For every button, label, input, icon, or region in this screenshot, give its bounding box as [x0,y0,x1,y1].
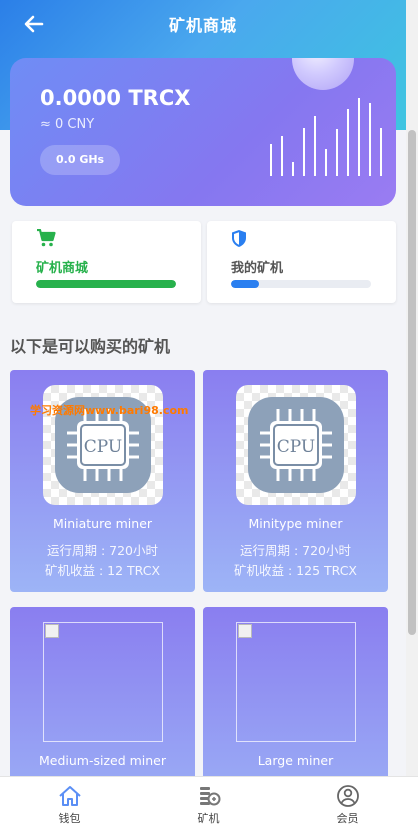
chart-bar [325,149,327,176]
tab-miner[interactable]: 矿机 [139,777,278,829]
chart-bar [347,109,349,176]
card-miner-store[interactable]: 矿机商城 [12,221,201,303]
progress-track [231,280,371,288]
section-title: 以下是可以购买的矿机 [10,337,171,356]
card-label: 矿机商城 [36,261,89,276]
quick-cards: 矿机商城 我的矿机 [12,221,396,303]
miner-name: Medium-sized miner [38,753,167,768]
home-icon [58,786,81,806]
watermark-text: 学习资源网www.bari98.com [30,404,189,417]
miner-card[interactable]: CPU Minitype miner 运行周期 : 720小时 矿机收益 : 1… [203,370,388,592]
progress-fill [36,280,176,288]
chart-bar [336,129,338,176]
hashrate-chart [270,86,382,176]
miner-income: 矿机收益 : 125 TRCX [234,563,357,578]
chart-bar [358,98,360,176]
chart-bar [380,128,382,176]
progress-track [36,280,176,288]
chart-bar [303,128,305,176]
tab-label: 矿机 [197,812,220,825]
user-icon [336,785,359,807]
tab-wallet[interactable]: 钱包 [0,777,139,829]
miner-name: Minitype miner [248,516,343,531]
miner-income: 矿机收益 : 12 TRCX [44,563,161,578]
cpu-chip-icon: CPU [236,385,356,505]
miner-name: Miniature miner [52,516,153,531]
chart-bar [281,136,283,176]
cart-icon [37,228,56,247]
miner-name: Large miner [257,753,334,768]
svg-text:CPU: CPU [84,437,122,457]
scrollbar-thumb[interactable] [408,130,416,635]
broken-image-icon [43,622,163,742]
wallet-cny-value: ≈ 0 CNY [40,117,95,132]
back-arrow-icon[interactable] [22,12,46,36]
tab-label: 会员 [336,812,359,825]
miner-period: 运行周期 : 720小时 [46,543,159,558]
miner-icon [199,787,220,806]
wallet-card: 0.0000 TRCX ≈ 0 CNY 0.0 GHs [10,58,396,206]
chart-bar [369,103,371,176]
svg-text:CPU: CPU [277,437,315,457]
top-bar: 矿机商城 [0,0,406,48]
scrollbar[interactable] [406,0,418,776]
page-title: 矿机商城 [168,16,237,35]
card-my-miners[interactable]: 我的矿机 [207,221,396,303]
progress-fill [231,280,259,288]
tab-label: 钱包 [58,812,81,825]
card-label: 我的矿机 [231,261,284,276]
wallet-balance: 0.0000 TRCX [40,86,191,110]
hashrate-badge: 0.0 GHs [40,145,121,175]
miner-period: 运行周期 : 720小时 [239,543,352,558]
tab-member[interactable]: 会员 [278,777,417,829]
bottom-tab-bar: 钱包 矿机 会员 [0,776,418,829]
chart-bar [314,116,316,176]
broken-image-icon [236,622,356,742]
shield-icon [232,230,246,247]
miner-grid: CPU Miniature miner 运行周期 : 720小时 矿机收益 : … [10,370,388,829]
chart-bar [292,162,294,176]
chart-bar [270,144,272,176]
